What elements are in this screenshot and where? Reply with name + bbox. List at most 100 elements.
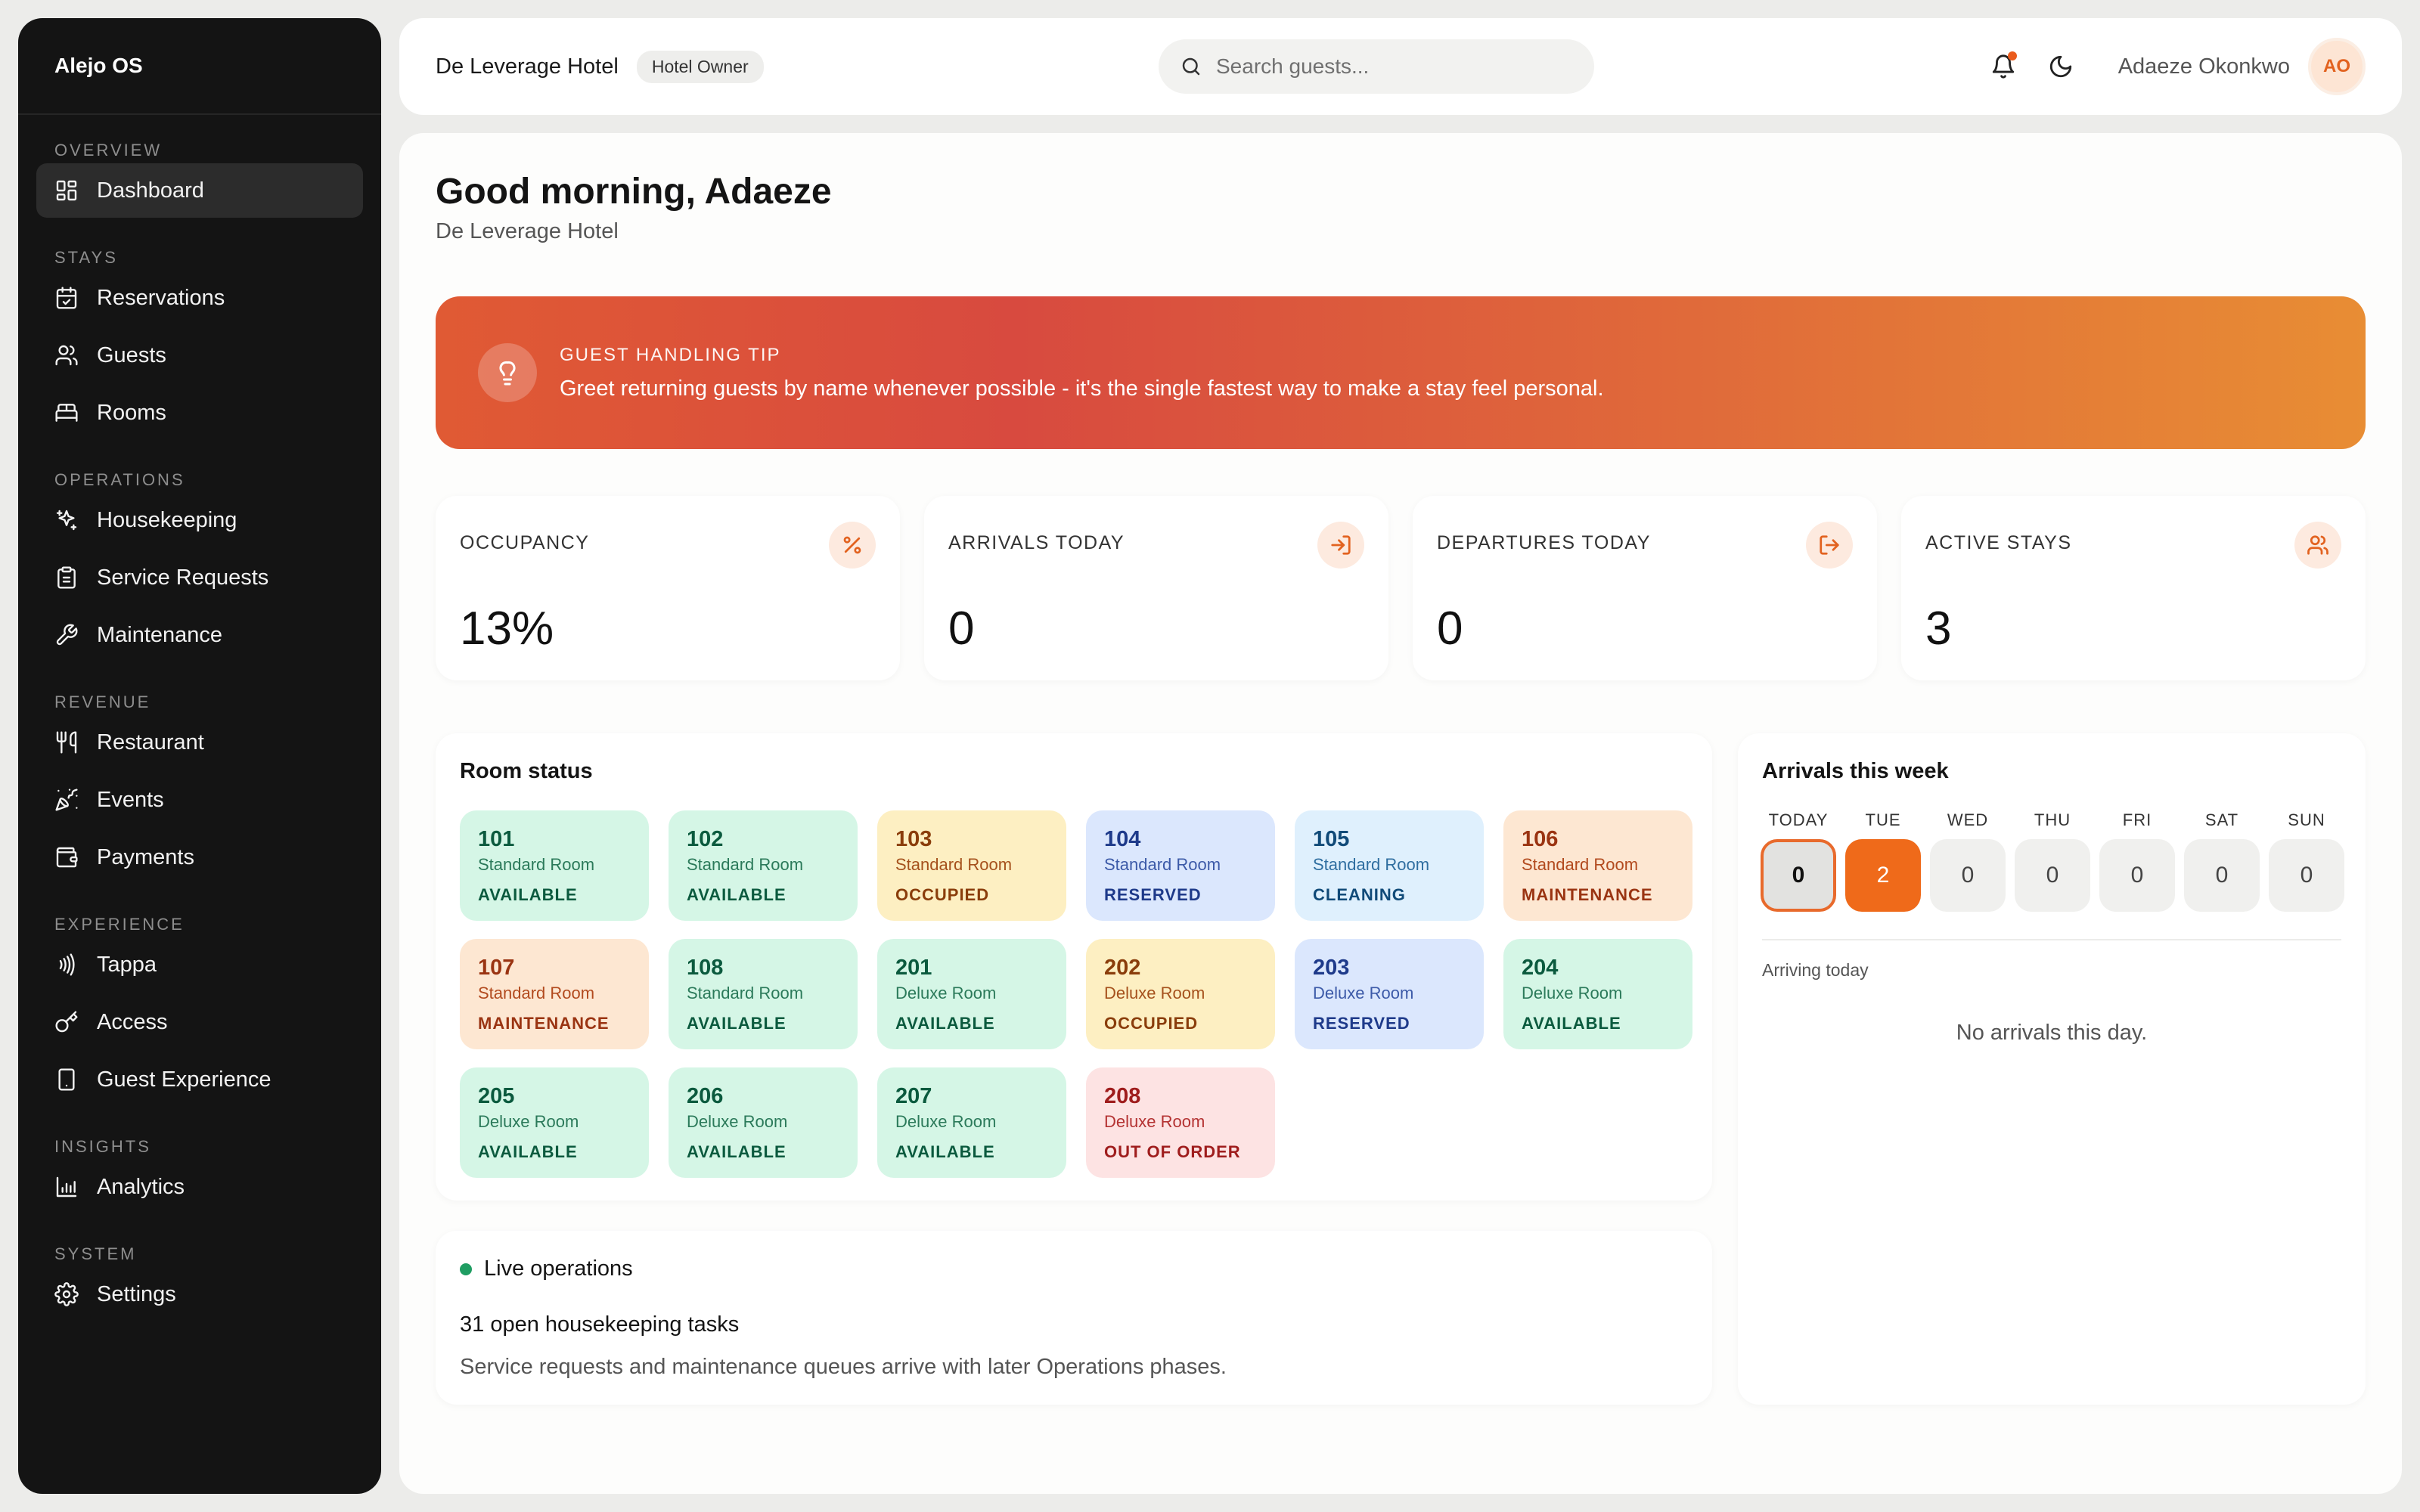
theme-toggle-button[interactable] xyxy=(2040,45,2082,88)
search-bar[interactable] xyxy=(1159,39,1594,94)
room-card-201[interactable]: 201 Deluxe Room AVAILABLE xyxy=(877,939,1066,1049)
room-card-105[interactable]: 105 Standard Room CLEANING xyxy=(1295,810,1484,921)
day-arrivals-count[interactable]: 0 xyxy=(2269,839,2344,912)
arrivals-week-panel: Arrivals this week TODAY 0 TUE 2 WED 0 THU 0 FRI… xyxy=(1738,733,2366,1405)
sidebar-item-payments[interactable]: Payments xyxy=(36,830,363,885)
sidebar-item-guest-experience[interactable]: Guest Experience xyxy=(36,1052,363,1107)
day-thu: THU 0 xyxy=(2015,810,2090,912)
nav-section-title: INSIGHTS xyxy=(54,1137,151,1156)
sidebar-item-label: Service Requests xyxy=(97,565,269,590)
day-arrivals-count[interactable]: 0 xyxy=(1930,839,2006,912)
nav-section-title: EXPERIENCE xyxy=(54,915,185,934)
sidebar-item-label: Reservations xyxy=(97,285,225,310)
room-type: Deluxe Room xyxy=(1104,984,1205,1002)
sidebar-item-access[interactable]: Access xyxy=(36,995,363,1049)
stat-label: DEPARTURES TODAY xyxy=(1437,532,1651,553)
day-arrivals-count[interactable]: 2 xyxy=(1845,839,1921,912)
room-card-204[interactable]: 204 Deluxe Room AVAILABLE xyxy=(1503,939,1692,1049)
nav-section-insights: INSIGHTS Analytics xyxy=(18,1128,381,1214)
avatar[interactable]: AO xyxy=(2308,38,2366,95)
lightbulb-icon xyxy=(499,361,516,386)
week-days-row: TODAY 0 TUE 2 WED 0 THU 0 FRI 0 SAT 0 SUN 0 xyxy=(1761,810,2353,912)
room-status-panel: Room status 101 Standard Room AVAILABLE 102… xyxy=(436,733,1712,1201)
room-card-108[interactable]: 108 Standard Room AVAILABLE xyxy=(669,939,858,1049)
search-input[interactable] xyxy=(1216,54,1564,79)
sidebar-item-label: Housekeeping xyxy=(97,507,237,532)
room-card-202[interactable]: 202 Deluxe Room OCCUPIED xyxy=(1086,939,1275,1049)
room-number: 207 xyxy=(895,1084,932,1108)
sidebar-item-restaurant[interactable]: Restaurant xyxy=(36,715,363,770)
room-card-102[interactable]: 102 Standard Room AVAILABLE xyxy=(669,810,858,921)
sidebar-item-label: Restaurant xyxy=(97,730,204,754)
nav-section-operations: OPERATIONS Housekeeping Service Requests Ma… xyxy=(18,461,381,662)
room-number: 203 xyxy=(1313,956,1350,980)
room-type: Standard Room xyxy=(478,984,595,1002)
sidebar-item-housekeeping[interactable]: Housekeeping xyxy=(36,493,363,547)
room-status-label: OUT OF ORDER xyxy=(1104,1142,1241,1161)
sidebar-item-label: Rooms xyxy=(97,400,166,425)
day-arrivals-count[interactable]: 0 xyxy=(2184,839,2260,912)
page-title: Good morning, Adaeze xyxy=(436,172,832,212)
sidebar-item-reservations[interactable]: Reservations xyxy=(36,271,363,325)
room-card-104[interactable]: 104 Standard Room RESERVED xyxy=(1086,810,1275,921)
nav-section-experience: EXPERIENCE Tappa Access Guest Experience xyxy=(18,906,381,1107)
sidebar-item-dashboard[interactable]: Dashboard xyxy=(36,163,363,218)
nav-section-revenue: REVENUE Restaurant Events Payments xyxy=(18,683,381,885)
room-card-101[interactable]: 101 Standard Room AVAILABLE xyxy=(460,810,649,921)
calendar-icon xyxy=(56,287,77,309)
room-type: Deluxe Room xyxy=(687,1112,788,1131)
stat-card-arrivals: ARRIVALS TODAY 0 xyxy=(924,496,1388,680)
room-status-label: AVAILABLE xyxy=(478,885,578,904)
day-arrivals-count[interactable]: 0 xyxy=(2099,839,2175,912)
users-icon xyxy=(2307,535,2328,555)
day-label: FRI xyxy=(2122,810,2152,829)
live-operations-note: Service requests and maintenance queues … xyxy=(460,1355,1227,1379)
room-card-107[interactable]: 107 Standard Room MAINTENANCE xyxy=(460,939,649,1049)
room-card-205[interactable]: 205 Deluxe Room AVAILABLE xyxy=(460,1067,649,1178)
stat-label: ARRIVALS TODAY xyxy=(948,532,1125,553)
room-type: Deluxe Room xyxy=(478,1112,579,1131)
nav-section-title: OVERVIEW xyxy=(54,141,163,160)
guest-tip-banner: GUEST HANDLING TIP Greet returning guest… xyxy=(436,296,2366,449)
sidebar-item-tappa[interactable]: Tappa xyxy=(36,937,363,992)
day-label: SAT xyxy=(2204,810,2239,829)
room-number: 205 xyxy=(478,1084,515,1108)
day-arrivals-count[interactable]: 0 xyxy=(2015,839,2090,912)
sidebar-item-service-requests[interactable]: Service Requests xyxy=(36,550,363,605)
stat-card-occupancy: OCCUPANCY 13% xyxy=(436,496,900,680)
utensils-icon xyxy=(56,731,77,754)
tip-title: GUEST HANDLING TIP xyxy=(560,344,781,365)
sidebar-item-label: Analytics xyxy=(97,1174,185,1199)
room-status-label: OCCUPIED xyxy=(1104,1014,1199,1033)
room-card-206[interactable]: 206 Deluxe Room AVAILABLE xyxy=(669,1067,858,1178)
sidebar-item-rooms[interactable]: Rooms xyxy=(36,386,363,440)
room-type: Standard Room xyxy=(895,855,1013,874)
room-card-203[interactable]: 203 Deluxe Room RESERVED xyxy=(1295,939,1484,1049)
room-card-106[interactable]: 106 Standard Room MAINTENANCE xyxy=(1503,810,1692,921)
notification-dot xyxy=(2007,51,2017,60)
sidebar-item-label: Events xyxy=(97,787,164,812)
sidebar-item-maintenance[interactable]: Maintenance xyxy=(36,608,363,662)
day-arrivals-count[interactable]: 0 xyxy=(1761,839,1836,912)
room-card-207[interactable]: 207 Deluxe Room AVAILABLE xyxy=(877,1067,1066,1178)
room-card-208[interactable]: 208 Deluxe Room OUT OF ORDER xyxy=(1086,1067,1275,1178)
room-type: Standard Room xyxy=(1522,855,1639,874)
day-sat: SAT 0 xyxy=(2184,810,2260,912)
nfc-icon xyxy=(59,953,75,976)
day-today: TODAY 0 xyxy=(1761,810,1836,912)
sidebar-item-events[interactable]: Events xyxy=(36,773,363,827)
room-number: 101 xyxy=(478,827,515,851)
stat-card-active-stays: ACTIVE STAYS 3 xyxy=(1901,496,2366,680)
room-number: 103 xyxy=(895,827,932,851)
hotel-name: De Leverage Hotel xyxy=(436,54,619,79)
sidebar-item-settings[interactable]: Settings xyxy=(36,1267,363,1321)
stat-label: OCCUPANCY xyxy=(460,532,590,553)
user-name[interactable]: Adaeze Okonkwo xyxy=(2118,54,2290,79)
sidebar-item-analytics[interactable]: Analytics xyxy=(36,1160,363,1214)
room-number: 105 xyxy=(1313,827,1350,851)
key-icon xyxy=(55,1011,78,1033)
notifications-button[interactable] xyxy=(1982,45,2024,88)
room-card-103[interactable]: 103 Standard Room OCCUPIED xyxy=(877,810,1066,921)
room-type: Standard Room xyxy=(1313,855,1430,874)
sidebar-item-guests[interactable]: Guests xyxy=(36,328,363,383)
